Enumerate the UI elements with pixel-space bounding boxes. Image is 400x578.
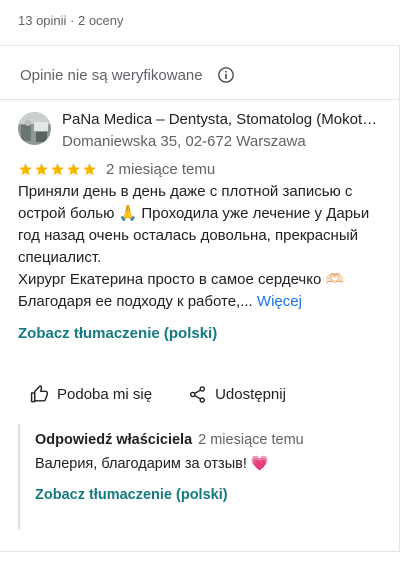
heart-icon: 💗 [250, 456, 269, 472]
rating-row: 2 miesiące temu [18, 161, 215, 178]
owner-reply-message: Валерия, благодарим за отзыв! [35, 456, 247, 472]
star-icon [35, 163, 48, 176]
review-count: 13 opinii · 2 oceny [18, 13, 124, 28]
share-label: Udostępnij [215, 386, 286, 403]
translate-link[interactable]: Zobacz tłumaczenie (polski) [18, 325, 217, 342]
divider [0, 99, 400, 100]
star-icon [83, 163, 96, 176]
review-actions: Podoba mi się Udostępnij [30, 385, 286, 404]
star-icon [67, 163, 80, 176]
owner-reply-translate-link[interactable]: Zobacz tłumaczenie (polski) [35, 487, 228, 503]
review-line: год назад очень осталась довольна, прекр… [18, 227, 359, 244]
owner-reply-header: Odpowiedź właściciela 2 miesiące temu [35, 432, 304, 448]
unverified-notice-text: Opinie nie są weryfikowane [20, 66, 203, 84]
review-line: Приняли день в день даже с плотной запис… [18, 183, 353, 200]
reviewer-name[interactable]: PaNa Medica – Dentysta, Stomatolog (Moko… [62, 110, 382, 130]
review-line-last: Благодаря ее подходу к работе,... Więcej [18, 291, 378, 313]
info-icon[interactable] [217, 66, 235, 84]
owner-reply-title: Odpowiedź właściciela [35, 432, 193, 448]
like-button[interactable]: Podoba mi się [30, 385, 152, 404]
owner-reply: Odpowiedź właściciela 2 miesiące temu Вал… [18, 424, 378, 529]
reviewer-header[interactable]: PaNa Medica – Dentysta, Stomatolog (Moko… [18, 110, 382, 152]
divider [0, 551, 400, 552]
more-link[interactable]: Więcej [257, 293, 302, 310]
unverified-notice: Opinie nie są weryfikowane [20, 66, 235, 84]
owner-reply-date: 2 miesiące temu [198, 432, 304, 448]
star-rating [18, 162, 97, 177]
review-line: острой болью 🙏 Проходила уже лечение у Д… [18, 205, 370, 222]
review-text: Приняли день в день даже с плотной запис… [18, 181, 378, 313]
share-button[interactable]: Udostępnij [188, 385, 286, 404]
star-icon [19, 163, 32, 176]
owner-reply-text: Валерия, благодарим за отзыв! 💗 [35, 455, 269, 472]
star-icon [51, 163, 64, 176]
review-line: Хирург Екатерина просто в самое сердечко… [18, 271, 345, 288]
like-label: Podoba mi się [57, 386, 153, 403]
reviewer-address: Domaniewska 35, 02-672 Warszawa [62, 133, 306, 150]
avatar[interactable] [18, 112, 51, 145]
thumbs-up-icon [30, 385, 48, 403]
review-line-truncated: Благодаря ее подходу к работе,... [18, 293, 253, 310]
share-icon [190, 386, 206, 403]
review-stats-bar: 13 opinii · 2 oceny [0, 0, 400, 46]
review-line: специалист. [18, 249, 102, 266]
review-date: 2 miesiące temu [106, 161, 216, 178]
